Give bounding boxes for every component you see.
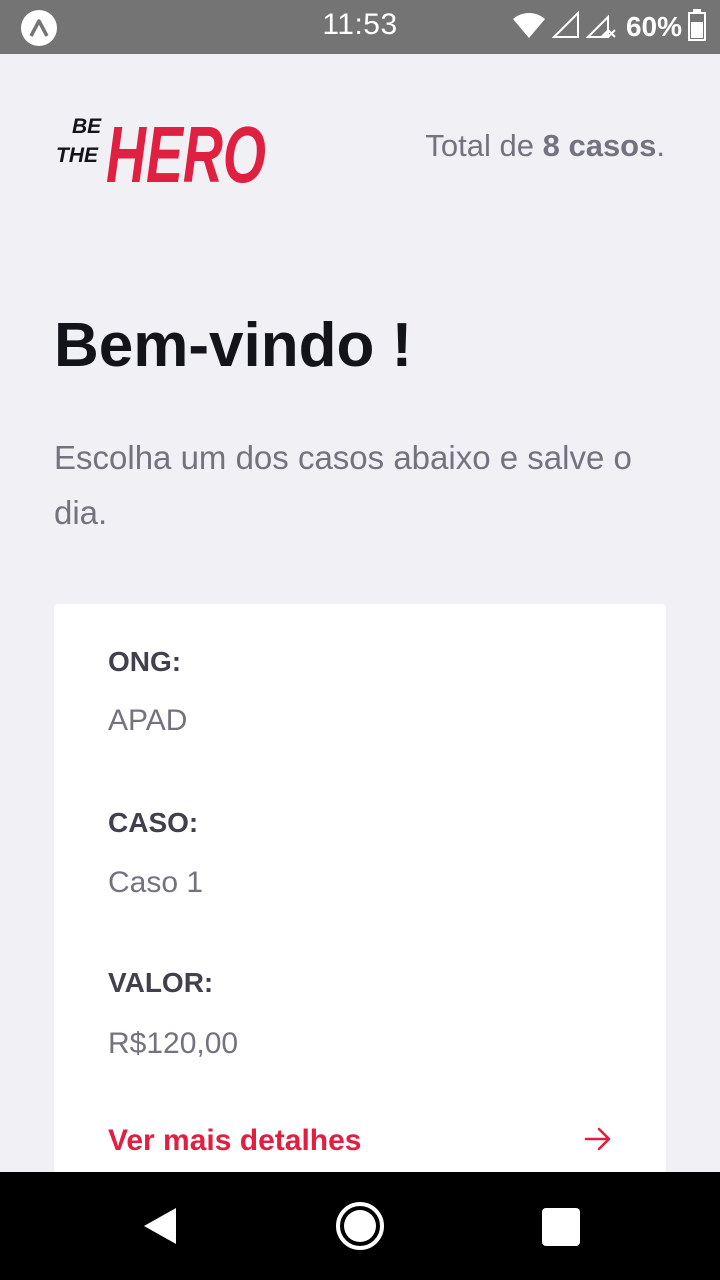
cell-signal-icon xyxy=(551,10,580,44)
value-value: R$120,00 xyxy=(108,1027,239,1060)
logo-hero: HERO xyxy=(106,110,266,190)
incident-card: ONG: APAD CASO: Caso 1 VALOR: R$120,00 V… xyxy=(54,604,666,1172)
back-icon[interactable] xyxy=(140,1206,180,1251)
logo-be: BE xyxy=(72,115,102,138)
total-suffix: . xyxy=(656,128,665,163)
system-navigation-bar xyxy=(0,1172,720,1280)
page-title: Bem-vindo ! xyxy=(54,311,413,380)
main-content: BE THE HERO Total de 8 casos. Bem-vindo … xyxy=(0,54,720,1172)
battery-icon xyxy=(688,8,706,46)
status-bar: 11:53 60% xyxy=(0,0,720,54)
ong-value: APAD xyxy=(108,704,188,737)
be-the-hero-logo: BE THE HERO xyxy=(54,98,270,199)
total-count: 8 casos xyxy=(542,128,657,163)
arrow-right-icon xyxy=(584,1126,612,1157)
total-prefix: Total de xyxy=(425,128,543,163)
case-label: CASO: xyxy=(108,807,199,838)
battery-level: 60% xyxy=(625,11,682,42)
logo-the: THE xyxy=(56,144,99,167)
wifi-icon xyxy=(512,11,546,44)
details-button[interactable]: Ver mais detalhes xyxy=(108,1124,612,1158)
details-label: Ver mais detalhes xyxy=(108,1124,362,1157)
ong-label: ONG: xyxy=(108,646,182,677)
home-icon[interactable] xyxy=(334,1200,386,1257)
value-label: VALOR: xyxy=(108,967,214,998)
page-description: Escolha um dos casos abaixo e salve o di… xyxy=(54,439,632,531)
total-cases: Total de 8 casos. xyxy=(425,128,665,164)
case-value: Caso 1 xyxy=(108,866,204,899)
recent-apps-icon[interactable] xyxy=(542,1208,580,1246)
cell-signal-off-icon xyxy=(585,11,616,44)
